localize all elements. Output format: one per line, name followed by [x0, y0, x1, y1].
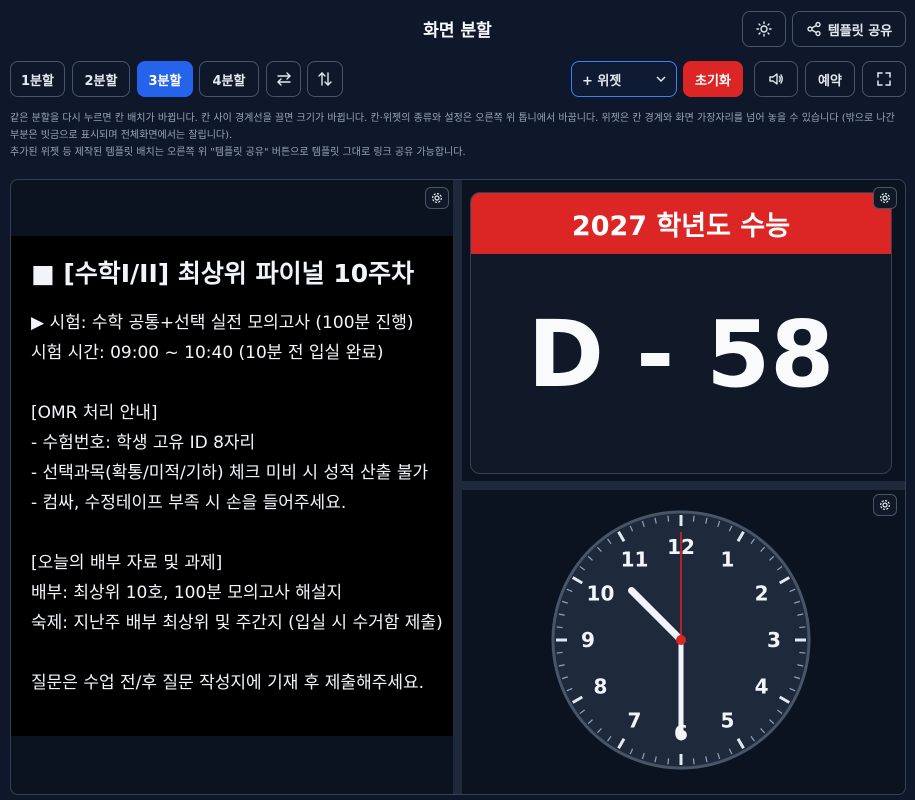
- gear-icon: [432, 193, 442, 203]
- clock-number: 10: [587, 582, 615, 606]
- clock-number: 7: [628, 709, 642, 733]
- share-icon: [807, 21, 821, 37]
- split-2-button[interactable]: 2분할: [72, 61, 130, 97]
- help-line-2: 추가된 위젯 등 제작된 템플릿 배치는 오른쪽 위 "템플릿 공유" 버튼으로…: [10, 147, 466, 158]
- gear-icon: [880, 193, 890, 203]
- dday-value: D - 58: [527, 301, 835, 408]
- clock-minor-tick: [556, 651, 563, 654]
- widget-add-select[interactable]: + 위젯: [571, 61, 677, 97]
- sun-icon: [756, 21, 772, 37]
- swap-horizontal-icon: [276, 72, 291, 86]
- clock-minor-tick: [556, 626, 563, 629]
- fullscreen-icon: [877, 72, 891, 86]
- notice-line: 배부: 최상위 10호, 100분 모의고사 해설지: [31, 583, 343, 603]
- clock-number: 4: [755, 675, 769, 699]
- notice-line: [OMR 처리 안내]: [31, 403, 158, 423]
- notice-spacer: [31, 638, 453, 668]
- schedule-button[interactable]: 예약: [805, 61, 855, 97]
- clock-minor-tick: [692, 515, 695, 522]
- clock-number: 8: [593, 675, 607, 699]
- speaker-icon: [769, 73, 783, 85]
- clock-minor-tick: [692, 758, 695, 765]
- notice-line: - 선택과목(확통/미적/기하) 체크 미비 시 성적 산출 불가: [31, 463, 429, 483]
- widget-select-value: + 위젯: [582, 73, 622, 89]
- clock-minor-tick: [799, 651, 806, 654]
- clock-center-pin: [676, 635, 686, 645]
- horizontal-divider[interactable]: [462, 481, 905, 490]
- split-3-button[interactable]: 3분할: [137, 61, 193, 97]
- fullscreen-button[interactable]: [862, 61, 906, 97]
- panel-left-settings-button[interactable]: [425, 187, 449, 209]
- reset-button[interactable]: 초기화: [683, 61, 743, 97]
- clock-number: 5: [721, 709, 735, 733]
- analog-clock: 121234567891011: [551, 510, 811, 770]
- dday-title: 2027 학년도 수능: [471, 193, 891, 254]
- notice-spacer: [31, 368, 453, 398]
- theme-toggle-button[interactable]: [742, 11, 786, 47]
- notice-line: 시험 시간: 09:00 ~ 10:40 (10분 전 입실 완료): [31, 343, 384, 363]
- share-template-label: 템플릿 공유: [827, 23, 893, 39]
- split-1-button[interactable]: 1분할: [10, 61, 65, 97]
- sound-button[interactable]: [754, 61, 798, 97]
- panel-bottom-right-settings-button[interactable]: [873, 494, 897, 516]
- split-4-button[interactable]: 4분할: [199, 61, 259, 97]
- dday-widget: 2027 학년도 수능 D - 58: [470, 192, 892, 474]
- notice-line: [오늘의 배부 자료 및 과제]: [31, 553, 223, 573]
- clock-number: 11: [621, 547, 649, 571]
- notice-spacer: [31, 518, 453, 548]
- clock-number: 3: [767, 628, 781, 652]
- notice-line: - 수험번호: 학생 고유 ID 8자리: [31, 433, 256, 453]
- clock-number: 2: [755, 582, 769, 606]
- notice-line: 숙제: 지난주 배부 최상위 및 주간지 (입실 시 수거함 제출): [31, 613, 443, 633]
- notice-line: ▶ 시험: 수학 공통+선택 실전 모의고사 (100분 진행): [31, 313, 414, 333]
- clock-minor-tick: [667, 515, 670, 522]
- help-description: 같은 분할을 다시 누르면 칸 배치가 바뀝니다. 칸 사이 경계선을 끌면 크…: [10, 110, 905, 161]
- share-template-button[interactable]: 템플릿 공유: [792, 11, 906, 47]
- notice-heading: ■ [수학I/II] 최상위 파이널 10주차: [31, 259, 415, 288]
- swap-vertical-icon: [318, 72, 332, 86]
- swap-vertical-button[interactable]: [307, 61, 343, 97]
- gear-icon: [880, 500, 890, 510]
- clock-number: 9: [581, 628, 595, 652]
- chevron-down-icon: [656, 76, 666, 83]
- panel-top-right-settings-button[interactable]: [873, 187, 897, 209]
- clock-minor-tick: [667, 758, 670, 765]
- notice-board: ■ [수학I/II] 최상위 파이널 10주차 ▶ 시험: 수학 공통+선택 실…: [11, 236, 453, 736]
- notice-line: 질문은 수업 전/후 질문 작성지에 기재 후 제출해주세요.: [31, 673, 425, 693]
- notice-line: - 컴싸, 수정테이프 부족 시 손을 들어주세요.: [31, 493, 347, 513]
- clock-minor-tick: [799, 626, 806, 629]
- vertical-divider[interactable]: [453, 180, 462, 794]
- help-line-1: 같은 분할을 다시 누르면 칸 배치가 바뀝니다. 칸 사이 경계선을 끌면 크…: [10, 113, 895, 141]
- swap-horizontal-button[interactable]: [266, 61, 301, 97]
- clock-number: 1: [721, 547, 735, 571]
